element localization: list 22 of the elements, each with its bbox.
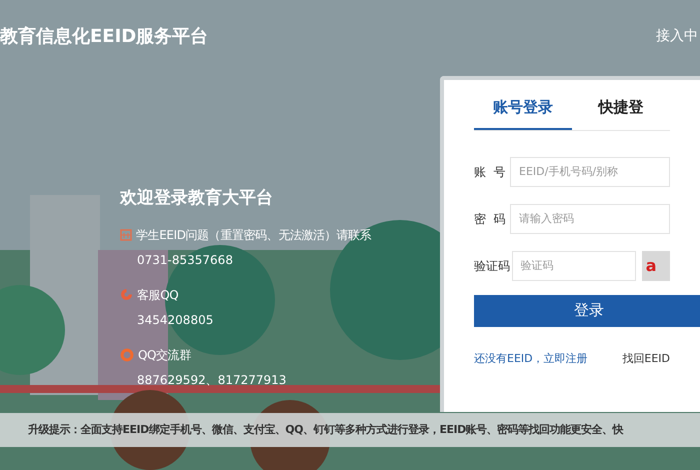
ring-icon [120, 348, 134, 362]
welcome-title: 欢迎登录教育大平台 [120, 187, 274, 210]
contact-label: QQ交流群 [138, 346, 191, 364]
contact-value: 3454208805 [136, 312, 214, 328]
captcha-field[interactable]: 验证码 [512, 250, 636, 280]
contact-value: 887629592、817277913 [136, 372, 288, 388]
register-link[interactable]: 还没有EEID，立即注册 [474, 350, 588, 367]
notice-text: 升级提示：全面支持EEID绑定手机号、微信、支付宝、QQ、钉钉等多种方式进行登录，EEID账号、密码等找回功能更安全、快 [28, 422, 624, 438]
field-label: 验证码 [474, 258, 511, 274]
field-label: 密 码 [474, 210, 507, 228]
login-button[interactable]: 登录 [474, 294, 700, 326]
contact-value: 0731-85357668 [136, 252, 234, 268]
contact-label: 学生EEID问题（重置密码、无法激活）请联系 [136, 226, 372, 244]
text-field[interactable]: 请输入密码 [510, 204, 670, 234]
contact-label: 客服QQ [137, 286, 178, 304]
text-field[interactable]: EEID/手机号码/别称 [510, 156, 670, 186]
login-tab[interactable]: 账号登录 [474, 96, 572, 130]
login-tab[interactable]: 快捷登 [572, 96, 670, 130]
calendar-icon [120, 228, 132, 240]
recover-link[interactable]: 找回EEID [622, 350, 670, 367]
captcha-image[interactable]: a [642, 250, 670, 280]
field-label: 账 号 [474, 164, 507, 180]
